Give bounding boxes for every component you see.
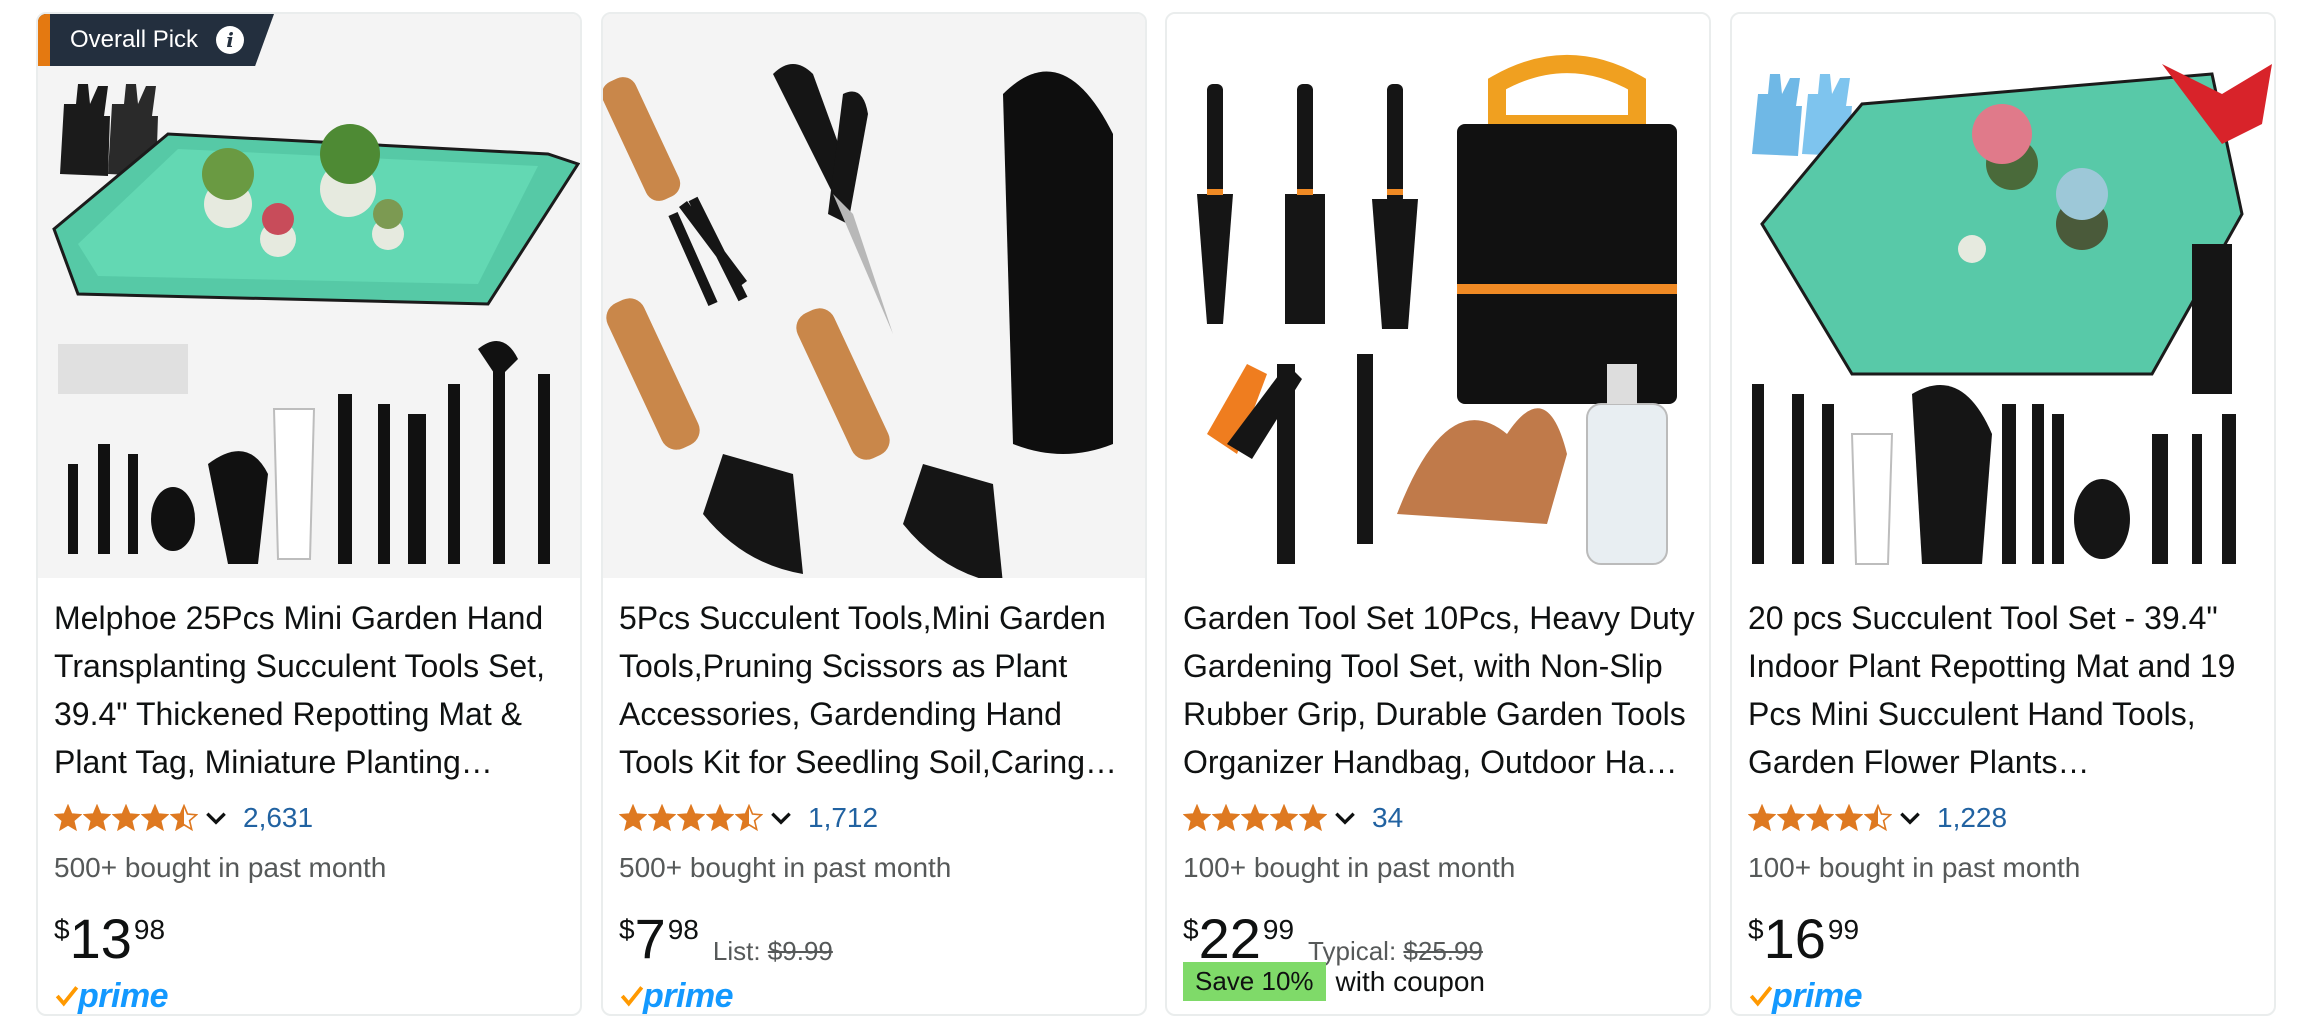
- product-card[interactable]: 20 pcs Succulent Tool Set - 39.4" Indoor…: [1730, 12, 2276, 1016]
- product-image-graphic: [1732, 14, 2274, 578]
- bought-in-past-month: 100+ bought in past month: [1748, 852, 2081, 883]
- price-fraction: 98: [667, 914, 699, 945]
- price-symbol: $: [1748, 914, 1764, 945]
- star-icon: [170, 804, 198, 832]
- price-fraction: 99: [1262, 914, 1295, 945]
- product-card[interactable]: Garden Tool Set 10Pcs, Heavy Duty Garden…: [1165, 12, 1711, 1016]
- price[interactable]: $ 13 98: [54, 904, 165, 974]
- star-icon: [1183, 804, 1211, 832]
- list-price-value: $9.99: [767, 936, 833, 966]
- product-title[interactable]: 20 pcs Succulent Tool Set - 39.4" Indoor…: [1748, 594, 2263, 786]
- coupon-row: Save 10% with coupon: [1183, 962, 1485, 1001]
- star-icon: [735, 804, 763, 832]
- bought-in-past-month: 100+ bought in past month: [1183, 852, 1516, 883]
- product-image-graphic: [603, 14, 1145, 578]
- star-icon: [648, 804, 676, 832]
- star-icon: [1241, 804, 1269, 832]
- price-whole: 7: [634, 907, 666, 970]
- chevron-down-icon[interactable]: [768, 805, 794, 831]
- star-rating[interactable]: [1183, 804, 1328, 832]
- bought-in-past-month: 500+ bought in past month: [54, 852, 387, 883]
- product-image[interactable]: [1167, 14, 1709, 578]
- prime-check-icon: [55, 986, 79, 1007]
- review-count-link[interactable]: 1,228: [1937, 802, 2007, 834]
- star-icon: [1212, 804, 1240, 832]
- star-icon: [706, 804, 734, 832]
- price-fraction: 98: [133, 914, 166, 945]
- prime-label: prime: [78, 976, 169, 1015]
- rating-row: 1,228: [1748, 798, 2007, 838]
- review-count-link[interactable]: 34: [1372, 802, 1403, 834]
- price-whole: 16: [1763, 907, 1826, 970]
- prime-check-icon: [620, 986, 644, 1007]
- star-icon: [619, 804, 647, 832]
- info-icon[interactable]: i: [216, 26, 245, 54]
- product-card[interactable]: 5Pcs Succulent Tools,Mini Garden Tools,P…: [601, 12, 1147, 1016]
- overall-pick-badge[interactable]: Overall Pick i: [38, 14, 274, 66]
- price[interactable]: $ 16 99: [1748, 904, 1859, 974]
- star-icon: [141, 804, 169, 832]
- list-price: List: $9.99: [713, 936, 833, 967]
- review-count-link[interactable]: 1,712: [808, 802, 878, 834]
- star-icon: [1777, 804, 1805, 832]
- product-title[interactable]: Garden Tool Set 10Pcs, Heavy Duty Garden…: [1183, 594, 1698, 786]
- chevron-down-icon[interactable]: [1897, 805, 1923, 831]
- list-price-label: List:: [712, 936, 761, 966]
- price-fraction: 99: [1827, 914, 1860, 945]
- coupon-text: with coupon: [1335, 965, 1485, 997]
- price-symbol: $: [54, 914, 70, 945]
- product-image[interactable]: Overall Pick i: [38, 14, 580, 578]
- prime-badge: prime: [1748, 974, 1863, 1015]
- product-grid: Overall Pick i Melphoe 25Pcs Mini Garden…: [36, 12, 2286, 1016]
- price-symbol: $: [619, 914, 635, 945]
- star-icon: [1835, 804, 1863, 832]
- prime-check-icon: [1749, 986, 1773, 1007]
- star-icon: [1270, 804, 1298, 832]
- star-icon: [1299, 804, 1327, 832]
- star-rating[interactable]: [619, 804, 764, 832]
- coupon-badge[interactable]: Save 10%: [1183, 962, 1326, 1001]
- bought-in-past-month: 500+ bought in past month: [619, 852, 952, 883]
- product-image-graphic: [38, 14, 580, 578]
- rating-row: 2,631: [54, 798, 313, 838]
- star-rating[interactable]: [54, 804, 199, 832]
- star-rating[interactable]: [1748, 804, 1893, 832]
- star-icon: [1864, 804, 1892, 832]
- product-title[interactable]: 5Pcs Succulent Tools,Mini Garden Tools,P…: [619, 594, 1134, 786]
- prime-label: prime: [643, 976, 734, 1015]
- chevron-down-icon[interactable]: [1332, 805, 1358, 831]
- star-icon: [1748, 804, 1776, 832]
- prime-badge: prime: [54, 974, 169, 1015]
- product-image[interactable]: [603, 14, 1145, 578]
- price-symbol: $: [1183, 914, 1199, 945]
- star-icon: [677, 804, 705, 832]
- review-count-link[interactable]: 2,631: [243, 802, 313, 834]
- prime-badge: prime: [619, 974, 734, 1015]
- product-title[interactable]: Melphoe 25Pcs Mini Garden Hand Transplan…: [54, 594, 569, 786]
- rating-row: 34: [1183, 798, 1403, 838]
- chevron-down-icon[interactable]: [203, 805, 229, 831]
- star-icon: [54, 804, 82, 832]
- prime-label: prime: [1772, 976, 1863, 1015]
- product-card[interactable]: Overall Pick i Melphoe 25Pcs Mini Garden…: [36, 12, 582, 1016]
- price-whole: 13: [69, 907, 132, 970]
- star-icon: [1806, 804, 1834, 832]
- star-icon: [112, 804, 140, 832]
- badge-label: Overall Pick: [70, 26, 199, 53]
- rating-row: 1,712: [619, 798, 878, 838]
- product-image-graphic: [1167, 14, 1709, 578]
- product-image[interactable]: [1732, 14, 2274, 578]
- price[interactable]: $ 7 98 List: $9.99: [619, 904, 833, 974]
- star-icon: [83, 804, 111, 832]
